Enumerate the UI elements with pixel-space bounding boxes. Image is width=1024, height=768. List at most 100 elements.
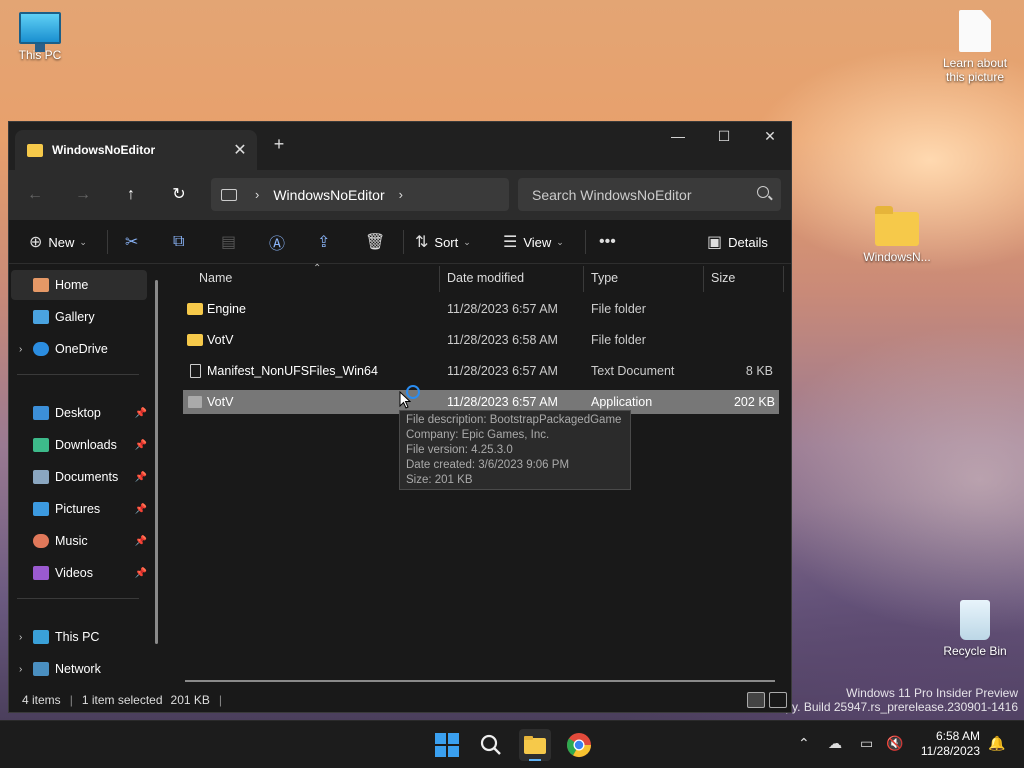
file-date: 11/28/2023 6:58 AM [447,333,558,347]
rename-icon: Ⓐ [269,236,286,253]
more-options-button[interactable]: ••• [599,220,622,264]
sidebar-item-pictures[interactable]: Pictures 📌 [11,494,147,524]
text-document-icon [190,364,201,378]
sidebar-item-onedrive[interactable]: › OneDrive [11,334,147,364]
column-label: Size [711,271,736,285]
new-tab-button[interactable]: + [269,134,289,155]
cut-button[interactable]: ✂ [125,220,144,264]
folder-icon [187,303,203,315]
details-label: Details [728,234,768,250]
column-header-type[interactable]: Type [591,264,703,292]
search-button[interactable] [475,729,507,761]
horizontal-scrollbar[interactable] [185,680,775,682]
file-name: Manifest_NonUFSFiles_Win64 [207,364,378,378]
column-label: Date modified [447,271,525,285]
system-clock[interactable]: 6:58 AM 11/28/2023 [921,729,980,759]
column-divider[interactable] [703,266,704,292]
close-window-button[interactable]: ✕ [747,126,793,150]
sort-button[interactable]: ⇅ Sort ⌄ [415,220,471,264]
folder-icon [187,334,203,346]
view-button[interactable]: ☰ View ⌄ [503,220,564,264]
column-divider[interactable] [783,266,784,292]
desktop-icon-windowsnoeditor[interactable]: WindowsN... [857,206,937,264]
minimize-button[interactable]: — [655,126,701,150]
sidebar-item-label: This PC [55,630,100,644]
chevron-right-icon[interactable]: › [399,187,403,202]
up-button[interactable]: ↑ [119,183,143,207]
search-input[interactable]: Search WindowsNoEditor [518,178,781,211]
folder-icon [524,736,546,761]
plus-circle-icon: ⊕ [29,234,43,251]
sidebar-item-gallery[interactable]: Gallery [11,302,147,332]
pin-icon[interactable]: 📌 [135,504,147,515]
chevron-down-icon: ⌄ [79,236,87,247]
clock-date: 11/28/2023 [920,744,980,758]
rename-button[interactable]: Ⓐ [269,220,291,264]
tiles-view-icon[interactable] [769,692,787,708]
back-button[interactable]: ← [23,183,47,207]
close-tab-icon[interactable]: ✕ [229,140,251,160]
sort-label: Sort [434,234,459,250]
column-header-size[interactable]: Size [711,264,781,292]
taskbar-file-explorer[interactable] [519,729,551,761]
column-header-date[interactable]: Date modified [447,264,583,292]
sidebar-item-home[interactable]: Home [11,270,147,300]
network-icon [33,662,49,676]
copy-button[interactable]: ⧉ [173,220,190,264]
forward-button[interactable]: → [71,183,95,207]
scissors-icon: ✂ [125,234,139,251]
desktop-icon-recycle-bin[interactable]: Recycle Bin [935,600,1015,658]
sidebar-item-network[interactable]: › Network [11,654,147,684]
nav-scrollbar[interactable] [155,280,158,644]
file-type: Application [591,395,653,409]
sidebar-item-desktop[interactable]: Desktop 📌 [11,398,147,428]
column-divider[interactable] [583,266,584,292]
volume-icon[interactable]: 🔇 [886,735,903,752]
chevron-right-icon[interactable]: › [19,664,33,675]
refresh-button[interactable]: ↻ [167,183,191,207]
gallery-icon [33,310,49,324]
desktop-icon-this-pc[interactable]: This PC [0,12,80,62]
paste-button[interactable]: ▤ [221,220,242,264]
address-bar[interactable]: › WindowsNoEditor › [211,178,509,211]
table-row[interactable]: Manifest_NonUFSFiles_Win64 11/28/2023 6:… [183,359,779,383]
pin-icon[interactable]: 📌 [135,536,147,547]
table-row[interactable]: Engine 11/28/2023 6:57 AM File folder [183,297,779,321]
pin-icon[interactable]: 📌 [135,440,147,451]
tab-windowsnoeditor[interactable]: WindowsNoEditor ✕ [15,130,257,170]
search-placeholder: Search WindowsNoEditor [532,186,692,203]
document-icon [959,10,991,52]
details-button[interactable]: ▣ Details [707,220,768,264]
pin-icon[interactable]: 📌 [135,408,147,419]
breadcrumb-windowsnoeditor[interactable]: WindowsNoEditor [273,187,384,203]
chevron-up-icon[interactable]: ⌃ [798,735,810,752]
onedrive-icon[interactable]: ☁ [828,735,842,752]
table-row[interactable]: VotV 11/28/2023 6:58 AM File folder [183,328,779,352]
divider [17,598,139,599]
pin-icon[interactable]: 📌 [135,568,147,579]
details-view-icon[interactable] [747,692,765,708]
chevron-right-icon[interactable]: › [19,632,33,643]
sidebar-item-downloads[interactable]: Downloads 📌 [11,430,147,460]
sidebar-item-videos[interactable]: Videos 📌 [11,558,147,588]
chevron-right-icon[interactable]: › [19,344,33,355]
notification-bell-icon[interactable]: 🔔 [988,735,1005,752]
sidebar-item-music[interactable]: Music 📌 [11,526,147,556]
new-button[interactable]: ⊕ New ⌄ [29,220,87,264]
network-icon[interactable]: ▭ [860,735,873,752]
file-name: Engine [207,302,246,316]
sidebar-item-this-pc[interactable]: › This PC [11,622,147,652]
search-icon [757,186,769,198]
desktop-icon-learn-about-picture[interactable]: Learn about this picture [935,10,1015,84]
maximize-button[interactable]: ☐ [701,126,747,150]
delete-button[interactable]: 🗑 [365,220,391,264]
sidebar-item-label: Desktop [55,406,101,420]
pin-icon[interactable]: 📌 [135,472,147,483]
file-name: VotV [207,333,234,347]
taskbar-chrome[interactable] [563,729,595,761]
start-button[interactable] [431,729,463,761]
chevron-right-icon[interactable]: › [255,187,259,202]
sidebar-item-documents[interactable]: Documents 📌 [11,462,147,492]
column-divider[interactable] [439,266,440,292]
computer-icon [33,630,49,644]
